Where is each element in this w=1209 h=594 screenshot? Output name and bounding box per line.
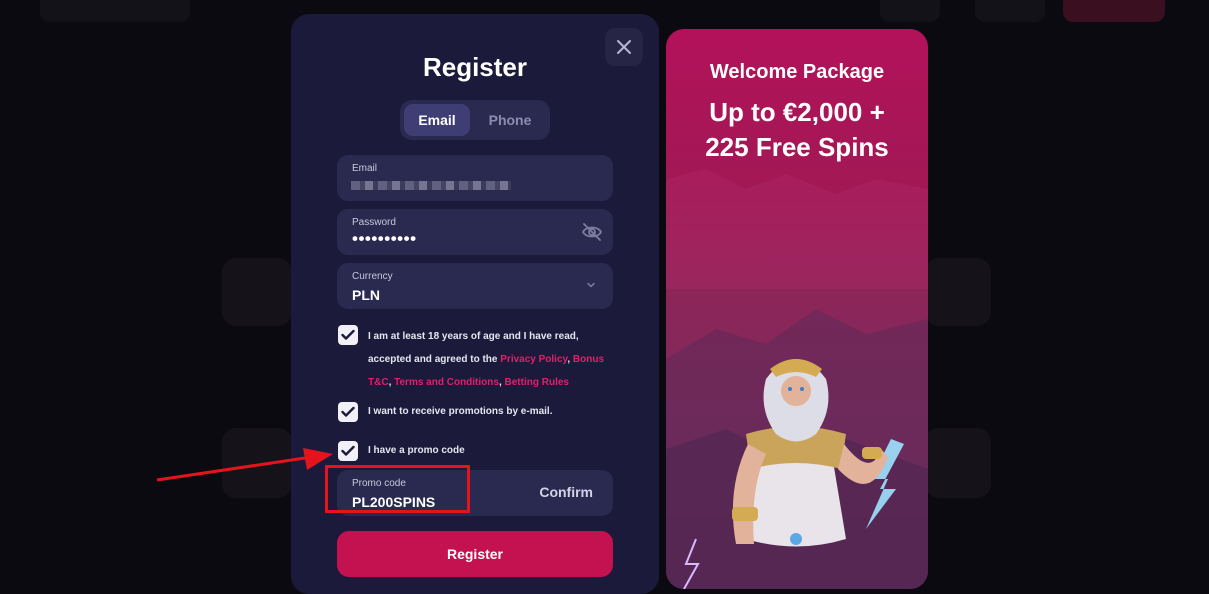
currency-select[interactable]: Currency PLN xyxy=(337,263,613,309)
currency-value: PLN xyxy=(352,287,380,303)
eye-off-icon[interactable] xyxy=(581,222,603,242)
background-card xyxy=(925,258,991,326)
promo-offer-line-2: 225 Free Spins xyxy=(705,132,889,162)
tab-email[interactable]: Email xyxy=(404,104,470,136)
promo-offer-line-1: Up to €2,000 + xyxy=(709,97,885,127)
background-card xyxy=(222,258,292,326)
email-field[interactable]: Email xyxy=(337,155,613,201)
privacy-policy-link[interactable]: Privacy Policy xyxy=(500,354,567,365)
confirm-promo-button[interactable]: Confirm xyxy=(539,484,593,500)
background-header-left xyxy=(40,0,190,22)
background-card xyxy=(925,428,991,498)
age-consent-text: I am at least 18 years of age and I have… xyxy=(368,325,616,394)
welcome-package-panel: Welcome Package Up to €2,000 + 225 Free … xyxy=(666,29,928,589)
tab-phone[interactable]: Phone xyxy=(474,104,546,136)
email-field-label: Email xyxy=(352,163,378,174)
chevron-down-icon xyxy=(587,282,595,288)
password-value: •••••••••• xyxy=(352,229,417,248)
background-header-right-2 xyxy=(975,0,1045,22)
register-method-tabs: Email Phone xyxy=(400,100,550,140)
promo-title: Welcome Package xyxy=(709,61,885,83)
zeus-illustration xyxy=(683,359,904,589)
terms-conditions-link[interactable]: Terms and Conditions xyxy=(394,377,499,388)
check-icon xyxy=(341,329,355,340)
background-header-right xyxy=(880,0,940,22)
background-cta xyxy=(1063,0,1165,22)
promotions-checkbox[interactable] xyxy=(338,402,358,422)
password-field[interactable]: Password •••••••••• xyxy=(337,209,613,255)
email-value-redacted xyxy=(351,181,511,190)
password-field-label: Password xyxy=(352,217,396,228)
promo-code-toggle-text: I have a promo code xyxy=(368,445,465,456)
modal-title: Register xyxy=(422,52,528,82)
register-button[interactable]: Register xyxy=(337,531,613,577)
betting-rules-link[interactable]: Betting Rules xyxy=(505,377,569,388)
highlight-box xyxy=(325,465,470,513)
promotions-text: I want to receive promotions by e-mail. xyxy=(368,406,553,417)
annotation-arrow xyxy=(156,448,333,482)
age-consent-checkbox[interactable] xyxy=(338,325,358,345)
check-icon xyxy=(341,406,355,417)
currency-label: Currency xyxy=(352,271,393,282)
